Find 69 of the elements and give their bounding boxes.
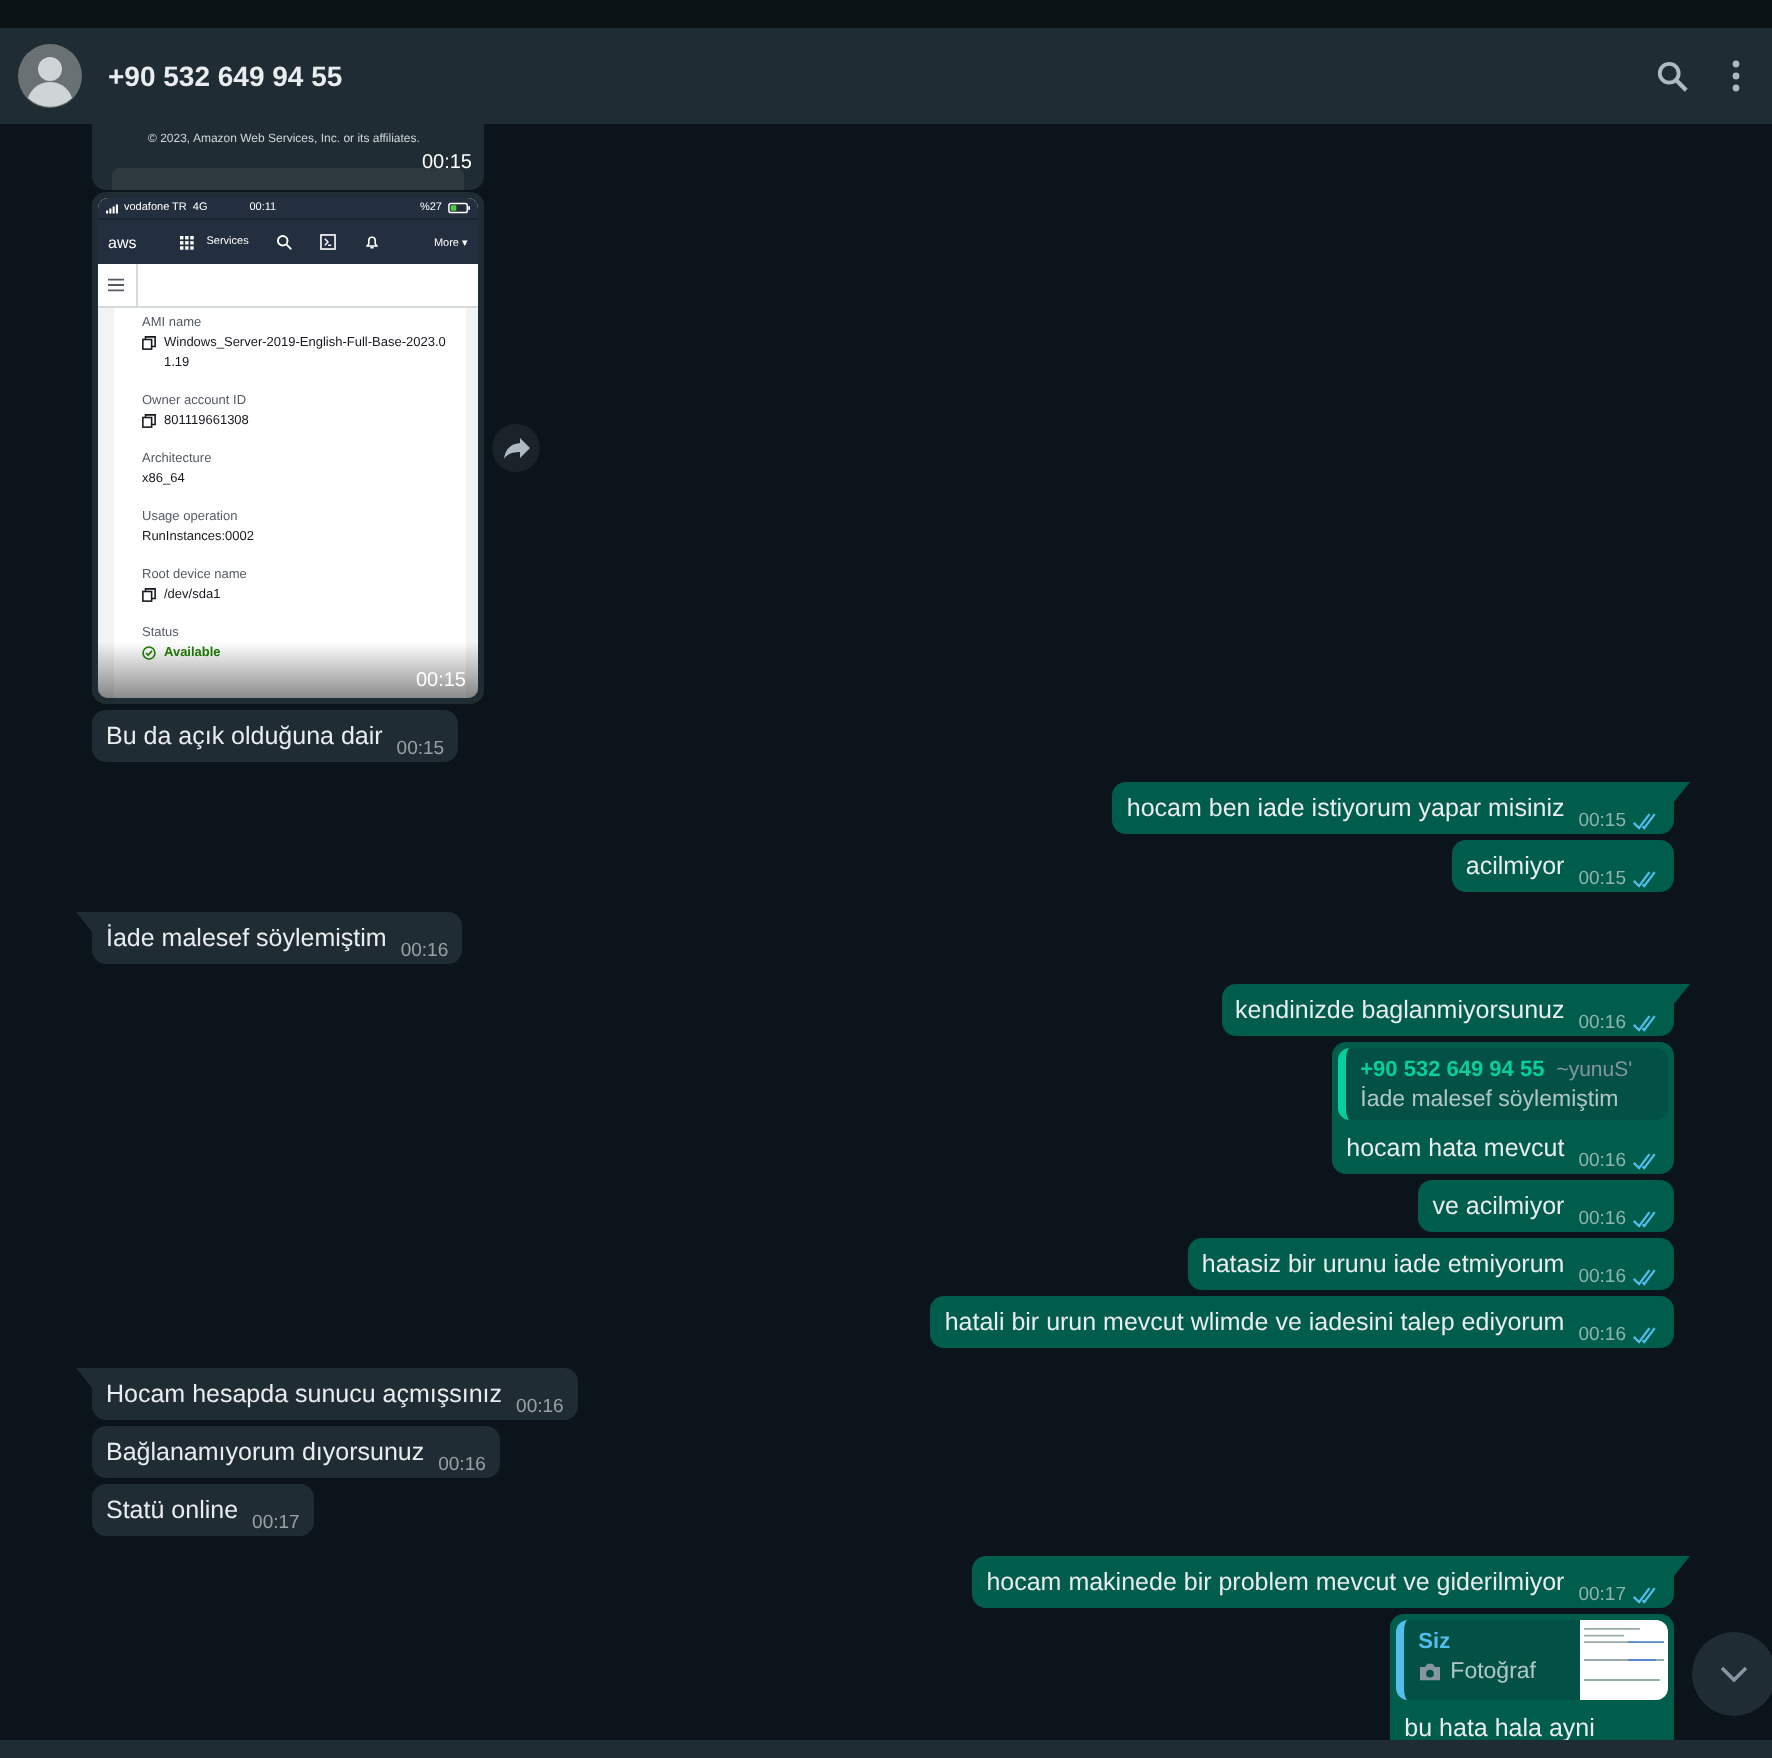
copy-icon[interactable] [142,336,156,350]
message-time: 00:16 [1578,1208,1626,1230]
message-time: 00:16 [516,1396,564,1418]
message-text: Bu da açık olduğuna dair [106,720,383,752]
message-time: 00:16 [1578,1266,1626,1288]
quoted-message[interactable]: Siz Fotoğraf [1396,1620,1668,1700]
quote-author: +90 532 649 94 55 [1360,1058,1545,1082]
message-bubble[interactable]: Hocam hesapda sunucu açmışsınız 00:16 [92,1368,578,1420]
message-bubble[interactable]: hatasiz bir urunu iade etmiyorum 00:16 [1187,1238,1674,1290]
message-text: hocam makinede bir problem mevcut ve giderilmiyor [986,1566,1565,1598]
message-text: hocam hata mevcut [1346,1132,1565,1164]
quoted-message[interactable]: +90 532 649 94 55 ~yunuS' İade malesef söylemiştim [1338,1048,1668,1120]
copy-icon[interactable] [142,588,156,602]
message-time: 00:15 [1578,868,1626,890]
message-time: 00:15 [415,670,466,692]
message-text: hatali bir urun mevcut wlimde ve iadesini talep ediyorum [944,1306,1565,1338]
message-time: 00:16 [1578,1150,1626,1172]
quote-author: Siz [1418,1630,1451,1654]
signal-icon [106,203,118,213]
terminal-icon[interactable] [320,234,337,250]
avatar-icon[interactable] [18,44,82,108]
document-thumbnail [1580,1620,1668,1700]
message-bubble[interactable]: Bağlanamıyorum dıyorsunuz 00:16 [92,1426,500,1478]
message-bubble[interactable]: hocam ben iade istiyorum yapar misiniz 00:15 [1112,782,1674,834]
check-circle-icon [142,646,156,660]
message-time: 00:16 [438,1454,486,1476]
message-time: 00:17 [252,1512,300,1534]
message-text: İade malesef söylemiştim [106,922,387,954]
message-bubble[interactable]: hocam makinede bir problem mevcut ve giderilmiyor 00:17 [972,1556,1674,1608]
message-bubble[interactable]: Statü online 00:17 [92,1484,314,1536]
message-bubble[interactable]: ve acilmiyor 00:16 [1418,1180,1674,1232]
chevron-down-icon [1720,1666,1748,1682]
aws-logo[interactable]: aws [108,233,137,251]
message-bubble[interactable]: acilmiyor 00:15 [1451,840,1674,892]
contact-name[interactable]: +90 532 649 94 55 [108,60,343,92]
message-bubble[interactable]: Bu da açık olduğuna dair 00:15 [92,710,459,762]
bell-icon[interactable] [364,234,381,250]
menu-icon[interactable] [108,264,138,306]
menu-icon[interactable] [1732,60,1740,92]
message-text: Bağlanamıyorum dıyorsunuz [106,1436,425,1468]
image-message[interactable] [92,192,484,704]
copy-icon[interactable] [142,414,156,428]
message-text: ve acilmiyor [1432,1190,1565,1222]
quote-author-note: ~yunuS' [1556,1058,1633,1082]
message-time: 00:17 [1578,1584,1626,1606]
battery-icon [448,202,470,214]
message-text: hocam ben iade istiyorum yapar misiniz [1126,792,1565,824]
forward-icon[interactable] [492,424,540,472]
message-text: hatasiz bir urunu iade etmiyorum [1201,1248,1565,1280]
message-text: kendinizde baglanmiyorsunuz [1235,994,1565,1026]
message-text: Hocam hesapda sunucu açmışsınız [106,1378,503,1410]
message-text: acilmiyor [1465,850,1565,882]
message-bubble[interactable]: kendinizde baglanmiyorsunuz 00:16 [1221,984,1674,1036]
message-time: 00:16 [1578,1324,1626,1346]
quote-text: İade malesef söylemiştim [1360,1088,1619,1112]
message-time: 00:15 [1578,810,1626,832]
grid-icon[interactable] [180,235,195,249]
message-bubble[interactable]: İade malesef söylemiştim 00:16 [92,912,463,964]
message-text: Statü online [106,1494,239,1526]
quote-text: Fotoğraf [1450,1660,1536,1684]
search-icon[interactable] [1656,59,1690,93]
message-time: 00:16 [1578,1012,1626,1034]
message-time: 00:15 [421,152,472,174]
message-bubble[interactable]: hatali bir urun mevcut wlimde ve iadesini talep ediyorum 00:16 [930,1296,1674,1348]
message-time: 00:16 [400,940,449,962]
camera-icon [1418,1662,1443,1682]
message-bubble[interactable]: +90 532 649 94 55 ~yunuS' İade malesef söylemiştim hocam hata mevcut 00:16 [1332,1042,1674,1174]
search-icon[interactable] [276,234,293,250]
message-time: 00:15 [396,738,445,760]
